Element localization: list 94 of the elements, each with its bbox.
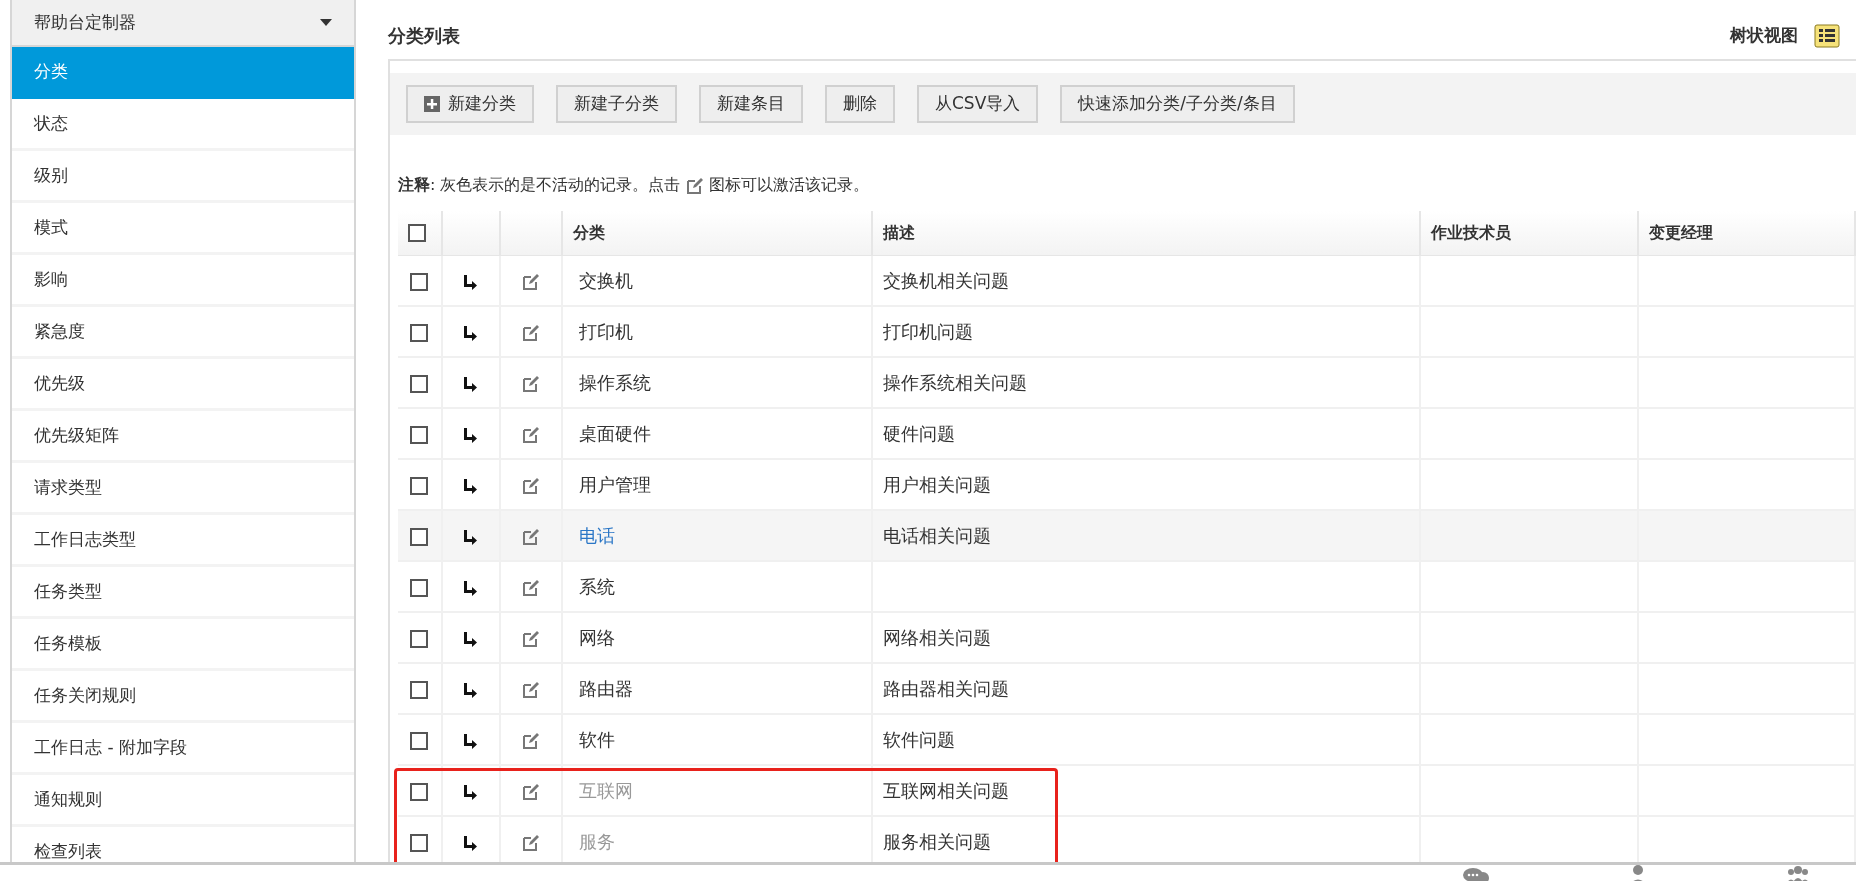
child-arrow-icon[interactable] — [464, 580, 478, 596]
description-cell: 硬件问题 — [883, 423, 955, 444]
sidebar-item[interactable]: 检查列表 — [12, 827, 354, 862]
sidebar-item[interactable]: 请求类型 — [12, 463, 354, 515]
child-arrow-icon[interactable] — [464, 835, 478, 851]
category-cell: 操作系统 — [562, 357, 872, 408]
caret-icon — [320, 19, 332, 26]
child-arrow-icon[interactable] — [464, 273, 478, 290]
edit-icon[interactable] — [522, 579, 540, 597]
edit-icon[interactable] — [522, 681, 540, 699]
row-checkbox[interactable] — [410, 579, 428, 597]
list-icon[interactable] — [1814, 23, 1840, 48]
child-arrow-icon[interactable] — [464, 478, 478, 494]
toolbar-button[interactable]: 删除 — [825, 85, 895, 123]
row-checkbox[interactable] — [410, 272, 428, 291]
description-cell: 交换机相关问题 — [883, 269, 1009, 291]
toolbar-button[interactable]: 新建子分类 — [556, 85, 677, 123]
sidebar-item[interactable]: 任务模板 — [12, 619, 354, 671]
edit-icon[interactable] — [522, 732, 540, 750]
edit-icon — [685, 176, 704, 195]
description-cell: 用户相关问题 — [883, 474, 991, 495]
row-checkbox[interactable] — [410, 834, 428, 852]
select-all-checkbox[interactable] — [408, 224, 426, 243]
note-text: 注释: 灰色表示的是不活动的记录。点击 图标可以激活该记录。 — [398, 174, 870, 197]
toolbar-button[interactable]: 快速添加分类/子分类/条目 — [1060, 85, 1295, 123]
child-arrow-icon[interactable] — [464, 325, 478, 341]
description-cell: 打印机问题 — [883, 321, 973, 342]
description-cell: 路由器相关问题 — [883, 678, 1009, 699]
child-arrow-icon[interactable] — [464, 631, 478, 647]
description-cell: 软件问题 — [883, 729, 955, 750]
category-cell: 打印机 — [562, 306, 872, 357]
toolbar-button[interactable]: 从CSV导入 — [917, 85, 1039, 123]
edit-icon[interactable] — [522, 375, 540, 393]
row-checkbox[interactable] — [410, 324, 428, 342]
category-cell: 网络 — [562, 612, 872, 663]
column-header: 作业技术员 — [1420, 211, 1638, 255]
row-checkbox[interactable] — [410, 528, 428, 546]
category-cell: 交换机 — [562, 255, 872, 306]
page-title: 分类列表 — [388, 24, 460, 48]
column-header: 变更经理 — [1638, 211, 1855, 255]
sidebar-item[interactable]: 工作日志 - 附加字段 — [12, 723, 354, 775]
sidebar-item[interactable]: 任务关闭规则 — [12, 671, 354, 723]
category-cell: 路由器 — [562, 663, 872, 714]
edit-icon[interactable] — [522, 272, 540, 291]
category-cell: 系统 — [562, 561, 872, 612]
child-arrow-icon[interactable] — [464, 376, 478, 392]
edit-icon[interactable] — [522, 528, 540, 546]
category-cell: 软件 — [562, 714, 872, 765]
group-icon[interactable] — [1786, 866, 1810, 881]
column-header: 描述 — [872, 211, 1420, 255]
sidebar-item[interactable]: 状态 — [12, 99, 354, 151]
category-cell: 互联网 — [562, 765, 872, 816]
edit-icon[interactable] — [522, 630, 540, 648]
sidebar-item[interactable]: 工作日志类型 — [12, 515, 354, 567]
child-arrow-icon[interactable] — [464, 733, 478, 749]
row-checkbox[interactable] — [410, 681, 428, 699]
toolbar-button[interactable]: 新建分类 — [406, 85, 534, 123]
child-arrow-icon[interactable] — [464, 682, 478, 698]
description-cell: 服务相关问题 — [883, 831, 991, 852]
tree-view-link[interactable]: 树状视图 — [1730, 22, 1798, 49]
edit-icon[interactable] — [522, 477, 540, 495]
row-checkbox[interactable] — [410, 477, 428, 495]
category-cell: 桌面硬件 — [562, 408, 872, 459]
sidebar-item[interactable]: 通知规则 — [12, 775, 354, 827]
description-cell: 操作系统相关问题 — [883, 372, 1027, 393]
description-cell: 电话相关问题 — [883, 525, 991, 546]
child-arrow-icon[interactable] — [464, 427, 478, 443]
edit-icon[interactable] — [522, 324, 540, 342]
row-checkbox[interactable] — [410, 426, 428, 444]
child-arrow-icon[interactable] — [464, 529, 478, 545]
sidebar-item[interactable]: 紧急度 — [12, 307, 354, 359]
category-cell: 电话 — [562, 510, 872, 561]
row-checkbox[interactable] — [410, 783, 428, 801]
edit-icon[interactable] — [522, 783, 540, 801]
sidebar-item[interactable]: 级别 — [12, 151, 354, 203]
customizer-dropdown[interactable]: 帮助台定制器 — [12, 0, 354, 47]
category-cell: 服务 — [562, 816, 872, 862]
edit-icon[interactable] — [522, 426, 540, 444]
row-checkbox[interactable] — [410, 375, 428, 393]
row-checkbox[interactable] — [410, 630, 428, 648]
description-cell: 互联网相关问题 — [883, 780, 1009, 801]
description-cell: 网络相关问题 — [883, 627, 991, 648]
toolbar-button[interactable]: 新建条目 — [699, 85, 803, 123]
sidebar-item[interactable]: 任务类型 — [12, 567, 354, 619]
row-checkbox[interactable] — [410, 732, 428, 750]
sidebar-item[interactable]: 影响 — [12, 255, 354, 307]
sidebar-item[interactable]: 模式 — [12, 203, 354, 255]
chat-icon[interactable] — [1463, 867, 1489, 881]
sidebar-item[interactable]: 优先级矩阵 — [12, 411, 354, 463]
edit-icon[interactable] — [522, 834, 540, 852]
column-header: 分类 — [562, 211, 872, 255]
plus-icon — [424, 96, 440, 112]
child-arrow-icon[interactable] — [464, 784, 478, 800]
sidebar-item[interactable]: 优先级 — [12, 359, 354, 411]
